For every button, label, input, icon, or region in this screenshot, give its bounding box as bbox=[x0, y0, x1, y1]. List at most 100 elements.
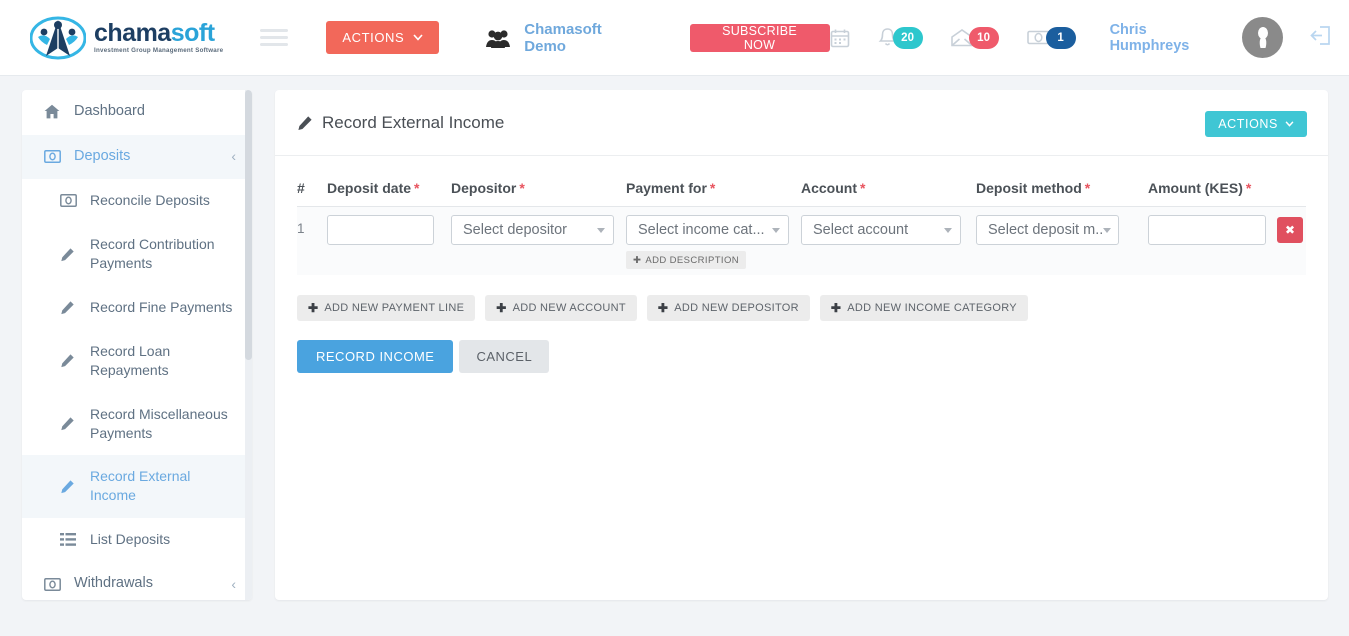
chevron-left-icon[interactable]: ‹ bbox=[231, 148, 236, 164]
top-header: chamasoft Investment Group Management So… bbox=[0, 0, 1349, 76]
add-button-label: ADD NEW ACCOUNT bbox=[512, 302, 626, 314]
depositor-select[interactable]: Select depositor bbox=[451, 215, 614, 245]
add-buttons-row: ✚ ADD NEW PAYMENT LINE ✚ ADD NEW ACCOUNT ✚ AD… bbox=[297, 295, 1306, 321]
sidebar-item-label: Record Contribution Payments bbox=[90, 236, 215, 272]
messages-badge: 10 bbox=[968, 26, 999, 49]
sidebar-item-label: Dashboard bbox=[74, 103, 145, 119]
caret-down-icon bbox=[597, 227, 605, 233]
cell-amount: ✖ bbox=[1148, 206, 1306, 275]
add-new-account-button[interactable]: ✚ ADD NEW ACCOUNT bbox=[485, 295, 637, 321]
add-new-income-category-button[interactable]: ✚ ADD NEW INCOME CATEGORY bbox=[819, 295, 1028, 321]
sidebar-item-record-loan-repayments[interactable]: Record Loan Repayments bbox=[22, 330, 252, 393]
delete-row-button[interactable]: ✖ bbox=[1277, 217, 1303, 243]
notifications-button[interactable]: 20 bbox=[878, 26, 923, 49]
panel-header: Record External Income ACTIONS bbox=[275, 90, 1328, 156]
chevron-left-icon[interactable]: ‹ bbox=[231, 576, 236, 592]
people-icon bbox=[486, 29, 511, 48]
col-payment-for: Payment for * bbox=[626, 180, 801, 207]
brand-logo[interactable]: chamasoft Investment Group Management So… bbox=[30, 15, 223, 61]
sidebar-item-withdrawals[interactable]: Withdrawals ‹ bbox=[22, 562, 252, 600]
sidebar-item-record-contribution-payments[interactable]: Record Contribution Payments bbox=[22, 223, 252, 286]
chevron-down-icon bbox=[1285, 121, 1294, 127]
sidebar-item-deposits[interactable]: Deposits ‹ bbox=[22, 134, 252, 180]
record-income-button[interactable]: RECORD INCOME bbox=[297, 340, 454, 373]
income-entry-table: # Deposit date * Depositor * Payment for * … bbox=[297, 180, 1306, 275]
sidebar-item-reconcile-deposits[interactable]: Reconcile Deposits bbox=[22, 179, 252, 223]
logout-icon[interactable] bbox=[1309, 25, 1331, 51]
amount-input[interactable] bbox=[1148, 215, 1266, 245]
sidebar-scrollbar-thumb[interactable] bbox=[245, 90, 252, 360]
row-index: 1 bbox=[297, 206, 327, 275]
header-actions-button[interactable]: ACTIONS bbox=[326, 21, 440, 54]
caret-down-icon bbox=[772, 227, 780, 233]
panel-actions-label: ACTIONS bbox=[1218, 117, 1278, 131]
add-button-label: ADD NEW PAYMENT LINE bbox=[324, 302, 465, 314]
group-selector[interactable]: Chamasoft Demo bbox=[485, 21, 647, 55]
sidebar-item-label: Withdrawals bbox=[74, 575, 153, 592]
sidebar: Dashboard Deposits ‹ Reconcile Deposits Reco… bbox=[22, 90, 252, 600]
payment-for-select[interactable]: Select income cat... bbox=[626, 215, 789, 245]
home-icon bbox=[44, 104, 66, 119]
cell-deposit-method: Select deposit m.. bbox=[976, 206, 1148, 275]
user-name-label[interactable]: Chris Humphreys bbox=[1110, 22, 1231, 54]
panel-actions-button[interactable]: ACTIONS bbox=[1205, 111, 1307, 137]
add-description-button[interactable]: ✚ ADD DESCRIPTION bbox=[626, 251, 746, 269]
header-right-tools: 20 10 1 Chris Humphreys bbox=[830, 17, 1331, 58]
cancel-button[interactable]: CANCEL bbox=[459, 340, 550, 373]
calendar-icon[interactable] bbox=[830, 28, 850, 48]
pencil-icon bbox=[60, 353, 82, 368]
pencil-icon bbox=[60, 247, 82, 262]
plus-icon: ✚ bbox=[830, 301, 842, 315]
table-header-row: # Deposit date * Depositor * Payment for * … bbox=[297, 180, 1306, 207]
add-new-depositor-button[interactable]: ✚ ADD NEW DEPOSITOR bbox=[646, 295, 810, 321]
avatar[interactable] bbox=[1242, 17, 1283, 58]
sidebar-item-label: Record External Income bbox=[90, 468, 191, 504]
col-index: # bbox=[297, 180, 327, 207]
subscribe-now-button[interactable]: SUBSCRIBE NOW bbox=[689, 23, 830, 52]
cash-icon bbox=[44, 577, 66, 591]
pencil-icon bbox=[298, 115, 312, 130]
payments-button[interactable]: 1 bbox=[1026, 26, 1076, 49]
add-description-label: ADD DESCRIPTION bbox=[645, 254, 739, 266]
add-new-payment-line-button[interactable]: ✚ ADD NEW PAYMENT LINE bbox=[297, 295, 476, 321]
table-row: 1 Select depositor Select income cat... bbox=[297, 206, 1306, 275]
col-account: Account * bbox=[801, 180, 976, 207]
sidebar-item-label: Deposits bbox=[74, 147, 131, 164]
pencil-icon bbox=[60, 416, 82, 431]
sidebar-item-record-external-income[interactable]: Record External Income bbox=[22, 455, 252, 519]
main-panel: Record External Income ACTIONS # Deposit… bbox=[275, 90, 1328, 600]
sidebar-item-label: List Deposits bbox=[90, 531, 171, 548]
account-select[interactable]: Select account bbox=[801, 215, 961, 245]
chevron-down-icon bbox=[413, 34, 423, 41]
col-deposit-method: Deposit method * bbox=[976, 180, 1148, 207]
cell-depositor: Select depositor bbox=[451, 206, 626, 275]
notifications-badge: 20 bbox=[892, 26, 923, 49]
pencil-icon bbox=[60, 479, 82, 494]
sidebar-item-dashboard[interactable]: Dashboard bbox=[22, 90, 252, 135]
payment-for-select-value: Select income cat... bbox=[638, 222, 765, 238]
caret-down-icon bbox=[1103, 227, 1112, 233]
cell-deposit-date bbox=[327, 206, 451, 275]
sidebar-scrollbar-track[interactable] bbox=[245, 90, 252, 600]
group-name-label: Chamasoft Demo bbox=[524, 20, 602, 55]
sidebar-item-label: Record Loan Repayments bbox=[90, 342, 171, 378]
sidebar-item-record-fine-payments[interactable]: Record Fine Payments bbox=[22, 286, 252, 330]
cell-payment-for: Select income cat... ✚ ADD DESCRIPTION bbox=[626, 206, 801, 275]
plus-icon: ✚ bbox=[657, 301, 669, 315]
sidebar-item-label: Reconcile Deposits bbox=[90, 192, 210, 209]
menu-toggle-icon[interactable] bbox=[260, 25, 289, 50]
messages-button[interactable]: 10 bbox=[950, 26, 999, 49]
col-amount: Amount (KES) * bbox=[1148, 180, 1306, 207]
sidebar-item-record-miscellaneous-payments[interactable]: Record Miscellaneous Payments bbox=[22, 393, 252, 456]
user-silhouette-icon bbox=[1257, 26, 1268, 48]
deposit-method-select[interactable]: Select deposit m.. bbox=[976, 215, 1119, 245]
caret-down-icon bbox=[944, 227, 952, 233]
close-icon: ✖ bbox=[1284, 223, 1296, 237]
add-button-label: ADD NEW INCOME CATEGORY bbox=[847, 302, 1017, 314]
page-title-text: Record External Income bbox=[322, 112, 505, 132]
sidebar-item-list-deposits[interactable]: List Deposits bbox=[22, 518, 252, 562]
cash-icon bbox=[44, 149, 66, 163]
panel-body: # Deposit date * Depositor * Payment for * … bbox=[275, 156, 1328, 373]
deposit-date-input[interactable] bbox=[327, 215, 434, 245]
logo-tagline: Investment Group Management Software bbox=[94, 46, 224, 54]
